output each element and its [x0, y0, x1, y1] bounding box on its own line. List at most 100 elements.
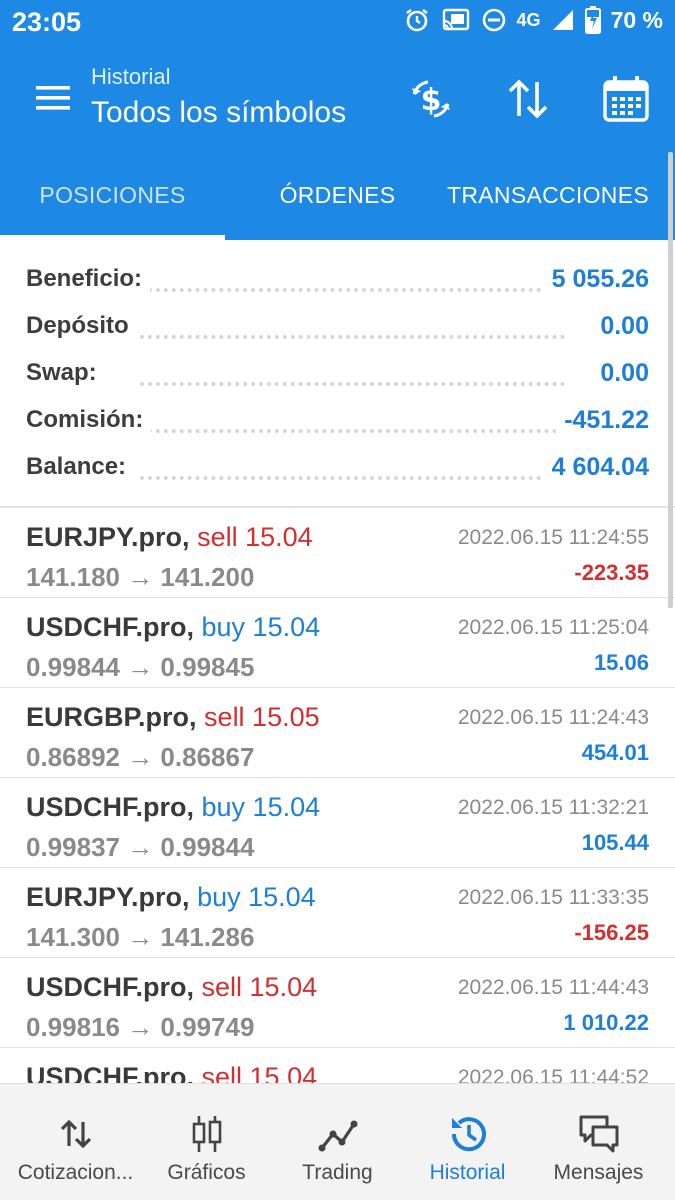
trading-line-icon — [316, 1112, 360, 1156]
deal-prices: 0.99837 → 0.99844 — [26, 832, 255, 862]
app-subtitle: Historial — [91, 64, 171, 89]
deal-row[interactable]: EURJPY.pro, buy 15.04 141.300 → 141.286 … — [0, 868, 675, 958]
menu-icon[interactable] — [26, 76, 80, 120]
symbol-filter-title[interactable]: Todos los símbolos — [91, 96, 346, 130]
deal-symbol-line: USDCHF.pro, buy 15.04 — [26, 792, 320, 823]
tab-orders[interactable]: ÓRDENES — [225, 150, 450, 240]
deal-prices: 0.99844 → 0.99845 — [26, 652, 255, 682]
nav-history[interactable]: Historial — [400, 1084, 535, 1200]
summary-row-swap: Swap: 0.00 — [0, 351, 675, 398]
bottom-navigation: Cotizacion... Gráficos Trading Historial… — [0, 1083, 675, 1200]
deal-profit: -156.25 — [574, 920, 649, 945]
deal-time: 2022.06.15 11:24:43 — [457, 706, 649, 729]
deal-side: buy 15.04 — [201, 792, 321, 822]
history-clock-icon — [446, 1112, 490, 1156]
svg-text:$: $ — [421, 83, 442, 118]
nav-trading-label: Trading — [302, 1161, 373, 1184]
quotes-arrows-icon — [54, 1112, 98, 1156]
deal-symbol-line: EURJPY.pro, buy 15.04 — [26, 882, 316, 913]
tab-positions[interactable]: POSICIONES — [0, 150, 225, 240]
deal-side: buy 15.04 — [201, 612, 321, 642]
deal-symbol: USDCHF.pro, — [26, 792, 194, 822]
summary-row-profit: Beneficio: 5 055.26 — [0, 257, 675, 304]
cast-icon — [441, 7, 471, 33]
network-type: 4G — [516, 9, 541, 30]
nav-messages[interactable]: Mensajes — [531, 1084, 666, 1200]
alarm-icon — [403, 6, 431, 34]
messages-icon — [577, 1112, 621, 1156]
scrollbar[interactable] — [668, 152, 673, 608]
deal-side: sell 15.05 — [204, 702, 320, 732]
history-tabs: POSICIONES ÓRDENES TRANSACCIONES — [0, 150, 675, 240]
nav-quotes-label: Cotizacion... — [17, 1161, 134, 1184]
deposit-value: 0.00 — [592, 312, 649, 341]
summary-row-commission: Comisión: -451.22 — [0, 398, 675, 445]
deal-row[interactable]: USDCHF.pro, buy 15.04 0.99837 → 0.99844 … — [0, 778, 675, 868]
battery-level: 70 % — [610, 6, 663, 33]
swap-value: 0.00 — [592, 359, 649, 388]
deal-symbol: EURJPY.pro, — [26, 522, 190, 552]
nav-messages-label: Mensajes — [553, 1161, 644, 1184]
calendar-icon[interactable] — [599, 72, 653, 126]
deal-profit: -223.35 — [574, 560, 649, 585]
dotted-leader — [140, 335, 565, 339]
deal-prices: 141.300 → 141.286 — [26, 922, 255, 952]
deal-symbol: USDCHF.pro, — [26, 612, 194, 642]
deal-profit: 1 010.22 — [563, 1010, 649, 1035]
status-icons: 4G 70 % — [403, 6, 663, 34]
deal-profit: 105.44 — [581, 830, 649, 855]
currency-exchange-icon[interactable]: $ — [404, 72, 458, 126]
candlestick-chart-icon — [185, 1112, 229, 1156]
nav-quotes[interactable]: Cotizacion... — [8, 1084, 143, 1200]
deal-side: sell 15.04 — [201, 972, 318, 1002]
deposit-label: Depósito — [26, 312, 137, 340]
commission-label: Comisión: — [26, 406, 152, 434]
battery-charging-icon — [584, 6, 601, 34]
deal-symbol: EURGBP.pro, — [26, 702, 197, 732]
deal-time: 2022.06.15 11:25:04 — [457, 616, 649, 639]
nav-history-label: Historial — [429, 1161, 506, 1184]
deal-symbol-line: USDCHF.pro, sell 15.04 — [26, 972, 317, 1003]
deal-row[interactable]: EURGBP.pro, sell 15.05 0.86892 → 0.86867… — [0, 688, 675, 778]
deal-profit: 15.06 — [593, 650, 649, 675]
profit-label: Beneficio: — [26, 265, 151, 293]
deal-prices: 0.99816 → 0.99749 — [26, 1012, 255, 1042]
deal-row[interactable]: EURJPY.pro, sell 15.04 141.180 → 141.200… — [0, 508, 675, 598]
dotted-leader — [140, 288, 565, 292]
deal-time: 2022.06.15 11:24:55 — [457, 526, 649, 549]
deal-profit: 454.01 — [581, 740, 649, 765]
deal-row[interactable]: USDCHF.pro, sell 15.04 0.99816 → 0.99749… — [0, 958, 675, 1048]
deal-prices: 141.180 → 141.200 — [26, 562, 255, 592]
do-not-disturb-icon — [481, 7, 507, 33]
deal-symbol: EURJPY.pro, — [26, 882, 190, 912]
status-bar: 23:05 4G 70 % — [0, 0, 675, 48]
dotted-leader — [140, 476, 565, 480]
deal-symbol: USDCHF.pro, — [26, 972, 194, 1002]
profit-value: 5 055.26 — [543, 265, 649, 294]
tab-transactions[interactable]: TRANSACCIONES — [447, 150, 675, 240]
app-bar: Historial Todos los símbolos $ — [0, 48, 675, 150]
deal-prices: 0.86892 → 0.86867 — [26, 742, 255, 772]
dotted-leader — [140, 429, 565, 433]
dotted-leader — [140, 382, 565, 386]
deal-symbol-line: EURGBP.pro, sell 15.05 — [26, 702, 320, 733]
sort-arrows-icon[interactable] — [501, 72, 555, 126]
deal-side: buy 15.04 — [197, 882, 316, 912]
nav-charts[interactable]: Gráficos — [139, 1084, 274, 1200]
deal-side: sell 15.04 — [197, 522, 313, 552]
deal-row[interactable]: USDCHF.pro, buy 15.04 0.99844 → 0.99845 … — [0, 598, 675, 688]
commission-value: -451.22 — [556, 406, 649, 435]
deal-symbol-line: EURJPY.pro, sell 15.04 — [26, 522, 313, 553]
summary-row-deposit: Depósito 0.00 — [0, 304, 675, 351]
mt-history-screen: 23:05 4G 70 % Historial Todos los símbol… — [0, 0, 675, 1200]
deal-symbol-line: USDCHF.pro, buy 15.04 — [26, 612, 320, 643]
nav-charts-label: Gráficos — [167, 1161, 246, 1184]
summary-panel: Beneficio: 5 055.26 Depósito 0.00 Swap: … — [0, 240, 675, 507]
status-time: 23:05 — [12, 7, 82, 37]
nav-trading[interactable]: Trading — [270, 1084, 405, 1200]
signal-icon — [551, 8, 575, 32]
summary-row-balance: Balance: 4 604.04 — [0, 445, 675, 492]
deal-time: 2022.06.15 11:33:35 — [457, 886, 649, 909]
deal-time: 2022.06.15 11:32:21 — [457, 796, 649, 819]
balance-label: Balance: — [26, 453, 135, 481]
